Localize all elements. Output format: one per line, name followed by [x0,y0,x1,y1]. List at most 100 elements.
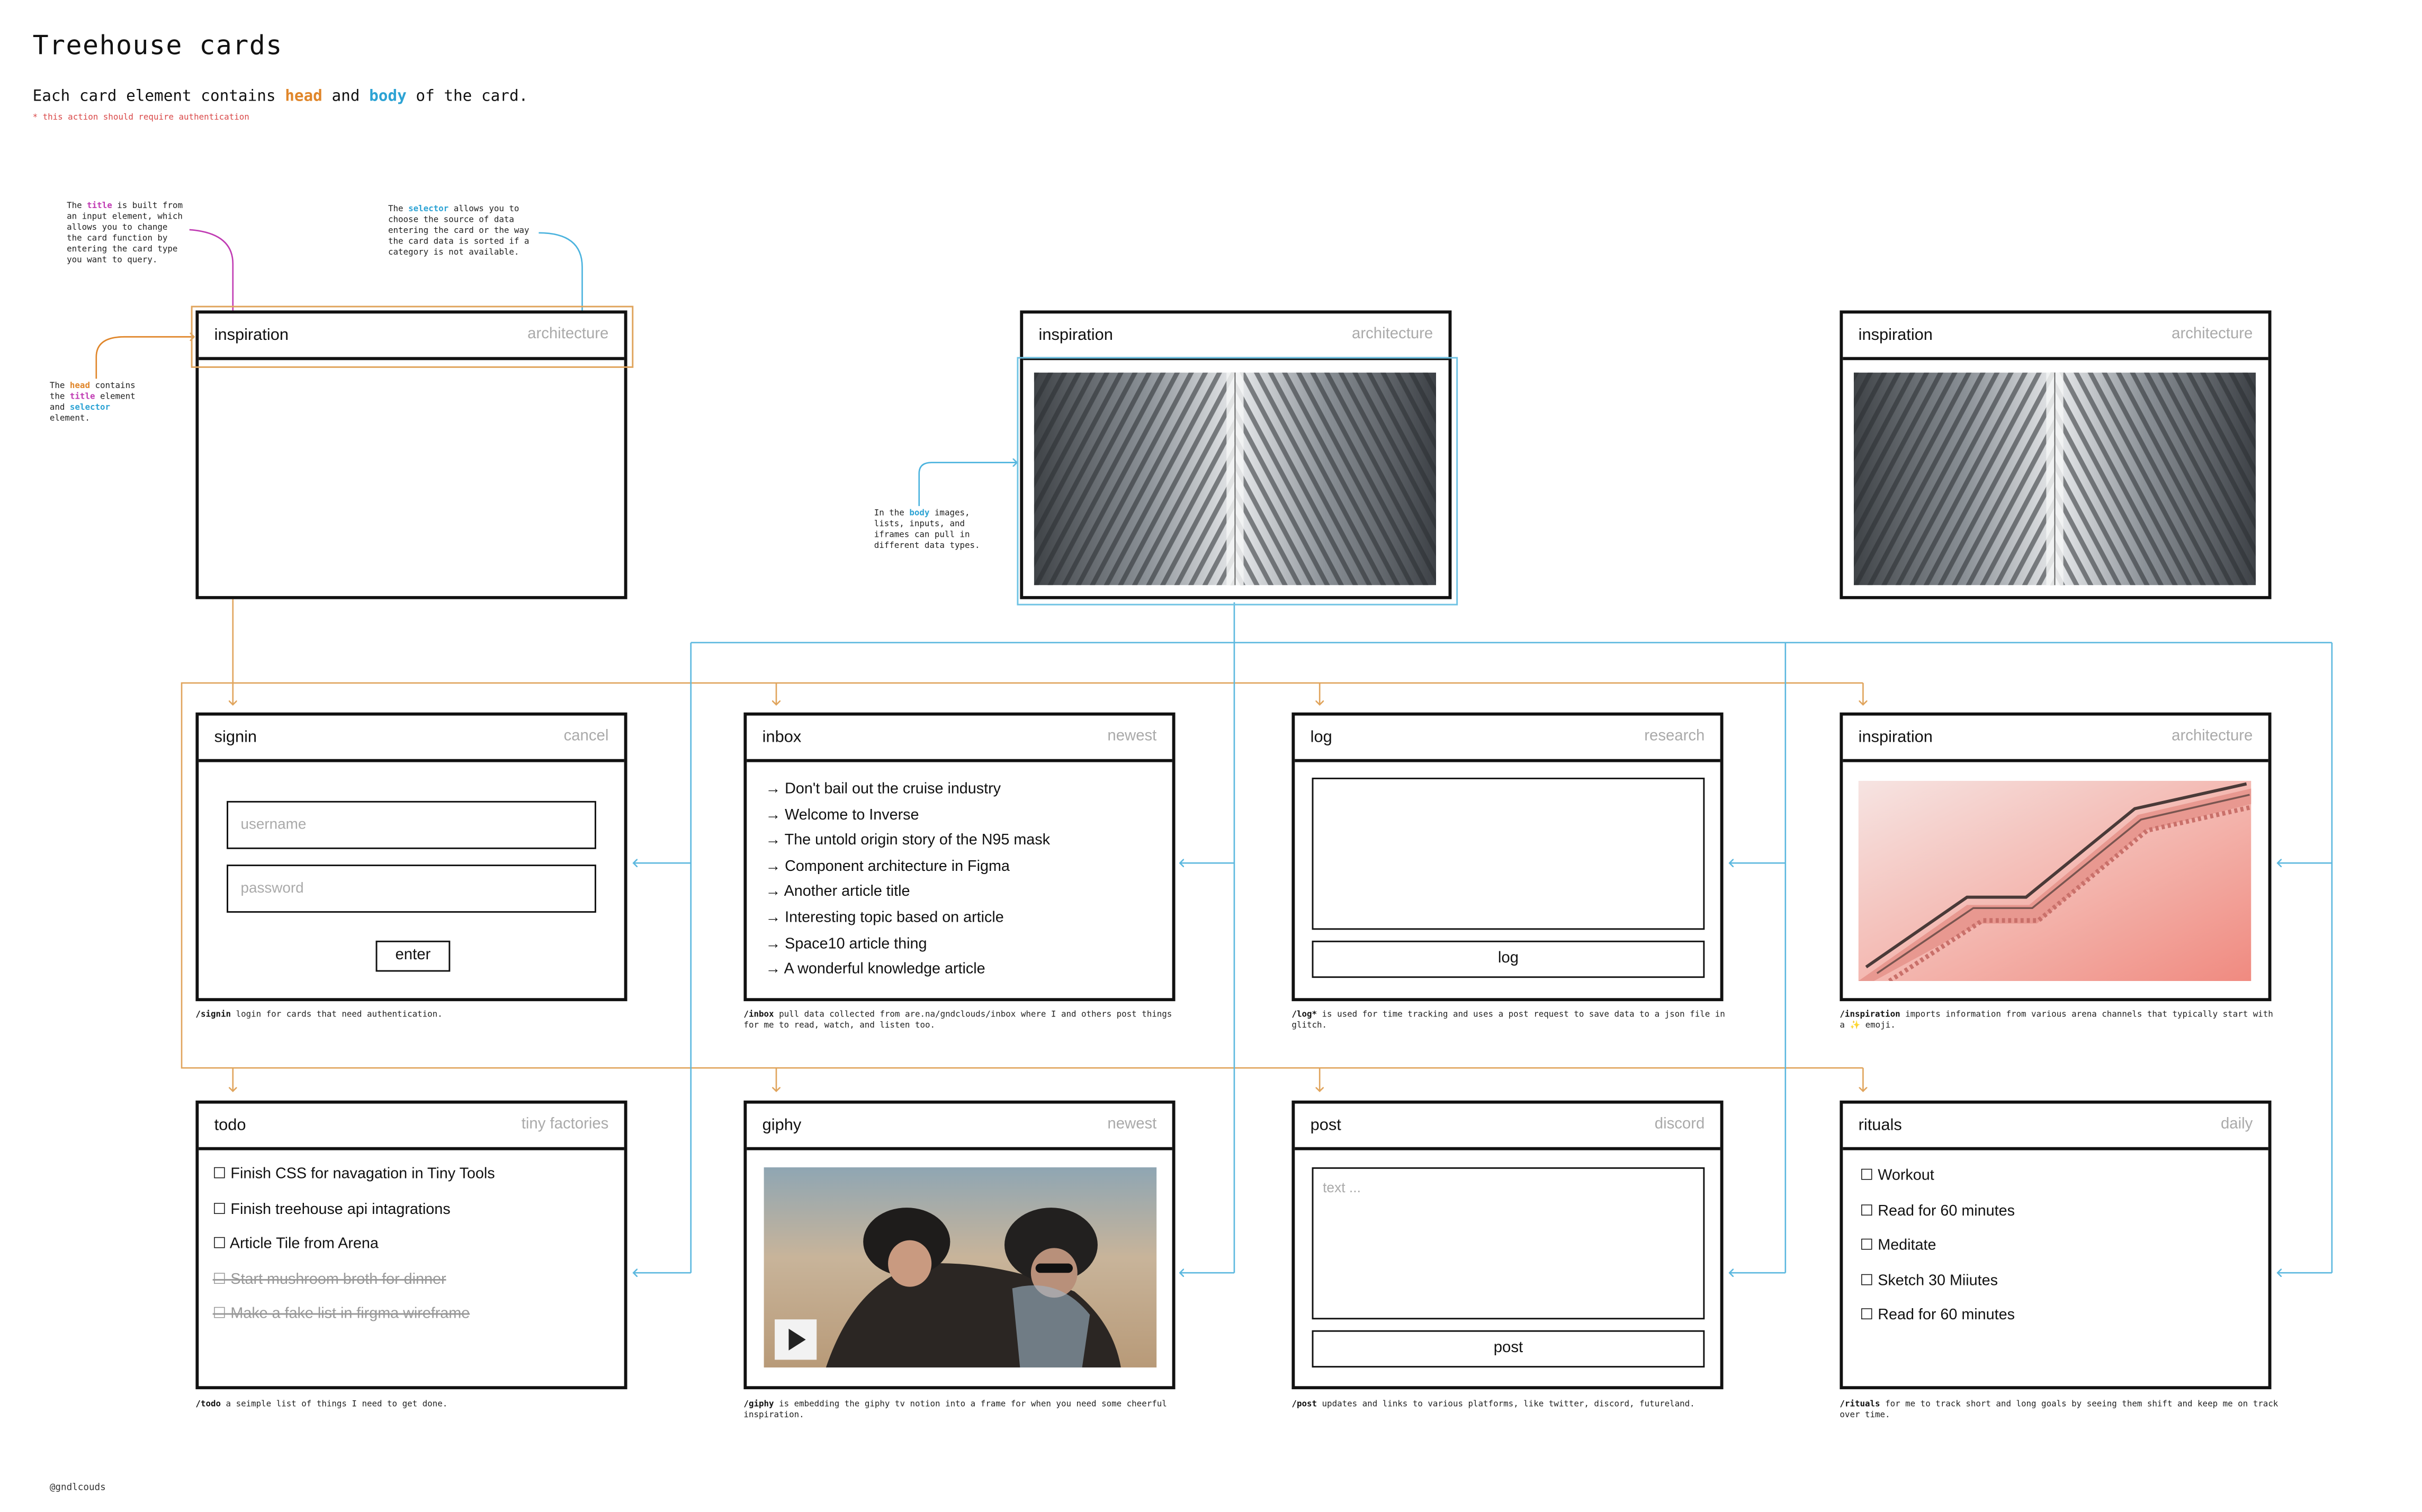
selector-annotation: The selector allows you to choose the so… [388,205,530,258]
inbox-item[interactable]: → Welcome to Inverse [765,806,1050,832]
rituals-list: ☐ Workout ☐ Read for 60 minutes ☐ Medita… [1860,1167,2015,1343]
title-highlight-tick [208,320,230,321]
post-button[interactable]: post [1312,1330,1705,1368]
head-annotation: The head contains the title element and … [49,382,136,424]
username-field[interactable]: username [227,800,596,849]
inbox-item[interactable]: → Don't bail out the cruise industry [765,781,1050,807]
ritual-item[interactable]: ☐ Sketch 30 Miiutes [1860,1273,2015,1308]
giphy-video-frame[interactable] [764,1167,1157,1368]
card-body [199,360,624,596]
card-head: inspiration architecture [1843,716,2268,762]
inspiration-caption: /inspiration imports information from va… [1840,1010,2273,1031]
page-title: Treehouse cards [32,31,283,62]
card-title[interactable]: signin [214,728,257,746]
card-log: log research log [1291,712,1724,1002]
card-body: log [1295,762,1720,998]
card-body [1843,762,2268,998]
todo-list: ☐ Finish CSS for navagation in Tiny Tool… [213,1166,495,1341]
post-caption: /post updates and links to various platf… [1291,1400,1695,1410]
card-head: signin cancel [199,716,624,762]
card-selector[interactable]: architecture [2172,326,2253,343]
todo-caption: /todo a seimple list of things I need to… [195,1400,448,1410]
card-body: → Don't bail out the cruise industry → W… [747,762,1172,998]
log-button[interactable]: log [1312,940,1705,978]
card-title[interactable]: todo [214,1116,246,1135]
card-head: log research [1295,716,1720,762]
body-highlight [1017,357,1458,606]
card-selector[interactable]: daily [2221,1116,2253,1133]
card-body: ☐ Workout ☐ Read for 60 minutes ☐ Medita… [1843,1150,2268,1387]
card-rituals: rituals daily ☐ Workout ☐ Read for 60 mi… [1840,1100,2272,1390]
card-selector[interactable]: tiny factories [522,1116,609,1133]
card-todo: todo tiny factories ☐ Finish CSS for nav… [195,1100,627,1390]
ritual-item[interactable]: ☐ Read for 60 minutes [1860,1308,2015,1343]
title-annotation: The title is built from an input element… [67,202,183,266]
card-title[interactable]: log [1311,728,1332,746]
card-title[interactable]: inbox [763,728,802,746]
log-textarea[interactable] [1312,777,1705,930]
card-head: inspiration architecture [1843,313,2268,361]
card-selector[interactable]: newest [1107,728,1156,745]
card-head: inspiration architecture [1023,313,1449,361]
card-title[interactable]: inspiration [1859,728,1933,746]
card-body: text ... post [1295,1150,1720,1387]
todo-item[interactable]: ☐ Finish CSS for navagation in Tiny Tool… [213,1166,495,1201]
inbox-item[interactable]: → The untold origin story of the N95 mas… [765,832,1050,858]
ritual-item[interactable]: ☐ Read for 60 minutes [1860,1202,2015,1237]
body-annotation: In the body images, lists, inputs, and i… [874,509,980,551]
ritual-item[interactable]: ☐ Workout [1860,1167,2015,1202]
inbox-item[interactable]: → A wonderful knowledge article [765,961,1050,987]
card-selector[interactable]: architecture [2172,728,2253,745]
card-head: giphy newest [747,1104,1172,1150]
card-selector[interactable]: discord [1655,1116,1705,1133]
card-body: ☐ Finish CSS for navagation in Tiny Tool… [199,1150,624,1387]
card-selector[interactable]: architecture [1352,326,1433,343]
inbox-list: → Don't bail out the cruise industry → W… [765,781,1050,987]
escalator-image [1858,780,2251,982]
post-textarea[interactable]: text ... [1312,1167,1705,1320]
enter-button[interactable]: enter [375,940,451,972]
card-inbox: inbox newest → Don't bail out the cruise… [743,712,1176,1002]
card-inspiration-image: inspiration architecture [1840,310,2272,599]
log-caption: /log* is used for time tracking and uses… [1291,1010,1725,1031]
architecture-image [1853,372,2256,586]
card-head: post discord [1295,1104,1720,1150]
card-title[interactable]: post [1311,1116,1341,1135]
rituals-caption: /rituals for me to track short and long … [1840,1400,2279,1420]
ritual-item[interactable]: ☐ Meditate [1860,1237,2015,1272]
todo-item[interactable]: ☐ Finish treehouse api intagrations [213,1201,495,1236]
head-highlight [191,305,634,368]
card-title[interactable]: rituals [1859,1116,1902,1135]
footer-handle: @gndlcouds [49,1482,106,1493]
inbox-caption: /inbox pull data collected from are.na/g… [743,1010,1172,1031]
page-subtitle: Each card element contains head and body… [32,88,528,106]
card-head: todo tiny factories [199,1104,624,1150]
card-giphy: giphy newest [743,1100,1176,1390]
card-title[interactable]: inspiration [1859,326,1933,345]
card-body: username password enter [199,762,624,998]
card-body [747,1150,1172,1387]
card-head: inbox newest [747,716,1172,762]
todo-item-done[interactable]: ☐ Make a fake list in firgma wireframe [213,1306,495,1341]
signin-caption: /signin login for cards that need authen… [195,1010,443,1020]
password-field[interactable]: password [227,865,596,913]
card-head: rituals daily [1843,1104,2268,1150]
todo-item-done[interactable]: ☐ Start mushroom broth for dinner [213,1271,495,1306]
inbox-item[interactable]: → Another article title [765,884,1050,910]
card-selector[interactable]: research [1644,728,1705,745]
card-body [1843,360,2268,596]
todo-item[interactable]: ☐ Article Tile from Arena [213,1236,495,1271]
card-post: post discord text ... post [1291,1100,1724,1390]
card-selector[interactable]: cancel [564,728,609,745]
inbox-item[interactable]: → Space10 article thing [765,935,1050,961]
inbox-item[interactable]: → Interesting topic based on article [765,910,1050,935]
card-inspiration: inspiration architecture [1840,712,2272,1002]
auth-note: * this action should require authenticat… [32,113,249,123]
card-selector[interactable]: newest [1107,1116,1156,1133]
card-title[interactable]: inspiration [1039,326,1113,345]
card-title[interactable]: giphy [763,1116,802,1135]
card-signin: signin cancel username password enter [195,712,627,1002]
giphy-caption: /giphy is embedding the giphy tv notion … [743,1400,1167,1420]
inbox-item[interactable]: → Component architecture in Figma [765,858,1050,884]
play-icon[interactable] [775,1319,817,1360]
